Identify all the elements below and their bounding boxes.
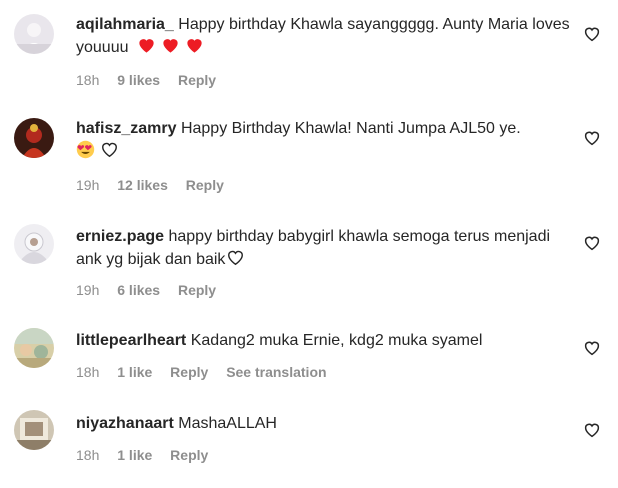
reply-button[interactable]: Reply xyxy=(170,447,208,463)
like-heart-icon[interactable] xyxy=(583,421,601,439)
comment-meta: 18h 1 like Reply xyxy=(76,446,222,464)
comment-likes[interactable]: 12 likes xyxy=(117,177,168,193)
avatar[interactable] xyxy=(14,410,54,450)
comment-body: littlepearlheart Kadang2 muka Ernie, kdg… xyxy=(76,330,571,352)
emoji-group xyxy=(76,140,124,160)
like-heart-icon[interactable] xyxy=(583,129,601,147)
reply-button[interactable]: Reply xyxy=(186,177,224,193)
heart-eyes-emoji-icon xyxy=(76,140,95,159)
heart-emoji-group xyxy=(137,39,209,56)
like-heart-icon[interactable] xyxy=(583,25,601,43)
comment-meta: 19h 6 likes Reply xyxy=(76,281,230,299)
avatar[interactable] xyxy=(14,118,54,158)
see-translation-link[interactable]: See translation xyxy=(226,364,326,380)
comment-likes[interactable]: 1 like xyxy=(117,364,152,380)
comment-meta: 18h 9 likes Reply xyxy=(76,71,230,89)
white-heart-icon xyxy=(228,250,244,266)
comment-time: 18h xyxy=(76,72,100,88)
comment-body: hafisz_zamry Happy Birthday Khawla! Nant… xyxy=(76,118,571,163)
comment-meta: 18h 1 like Reply See translation xyxy=(76,363,341,381)
comment-username[interactable]: erniez.page xyxy=(76,228,164,245)
white-heart-icon xyxy=(102,142,117,158)
avatar[interactable] xyxy=(14,328,54,368)
comment-username[interactable]: hafisz_zamry xyxy=(76,120,177,137)
comment-text: Kadang2 muka Ernie, kdg2 muka syamel xyxy=(190,332,483,349)
reply-button[interactable]: Reply xyxy=(178,282,216,298)
comment-likes[interactable]: 1 like xyxy=(117,447,152,463)
comment-time: 18h xyxy=(76,447,100,463)
reply-button[interactable]: Reply xyxy=(170,364,208,380)
comment-meta: 19h 12 likes Reply xyxy=(76,176,238,194)
comment-time: 18h xyxy=(76,364,100,380)
comment-username[interactable]: aqilahmaria_ xyxy=(76,16,174,33)
like-heart-icon[interactable] xyxy=(583,234,601,252)
reply-button[interactable]: Reply xyxy=(178,72,216,88)
comment-username[interactable]: littlepearlheart xyxy=(76,332,186,349)
avatar[interactable] xyxy=(14,14,54,54)
red-heart-icon xyxy=(163,39,178,53)
comment-text: MashaALLAH xyxy=(178,415,277,432)
comment-time: 19h xyxy=(76,177,100,193)
comment-body: aqilahmaria_ Happy birthday Khawla sayan… xyxy=(76,14,571,59)
comment-time: 19h xyxy=(76,282,100,298)
avatar[interactable] xyxy=(14,224,54,264)
red-heart-icon xyxy=(187,39,202,53)
like-heart-icon[interactable] xyxy=(583,339,601,357)
red-heart-icon xyxy=(139,39,154,53)
comment-text: Happy Birthday Khawla! Nanti Jumpa AJL50… xyxy=(180,120,521,137)
comment-likes[interactable]: 6 likes xyxy=(117,282,160,298)
comment-body: niyazhanaart MashaALLAH xyxy=(76,413,571,435)
comment-username[interactable]: niyazhanaart xyxy=(76,415,174,432)
comment-likes[interactable]: 9 likes xyxy=(117,72,160,88)
comment-body: erniez.page happy birthday babygirl khaw… xyxy=(76,226,571,271)
